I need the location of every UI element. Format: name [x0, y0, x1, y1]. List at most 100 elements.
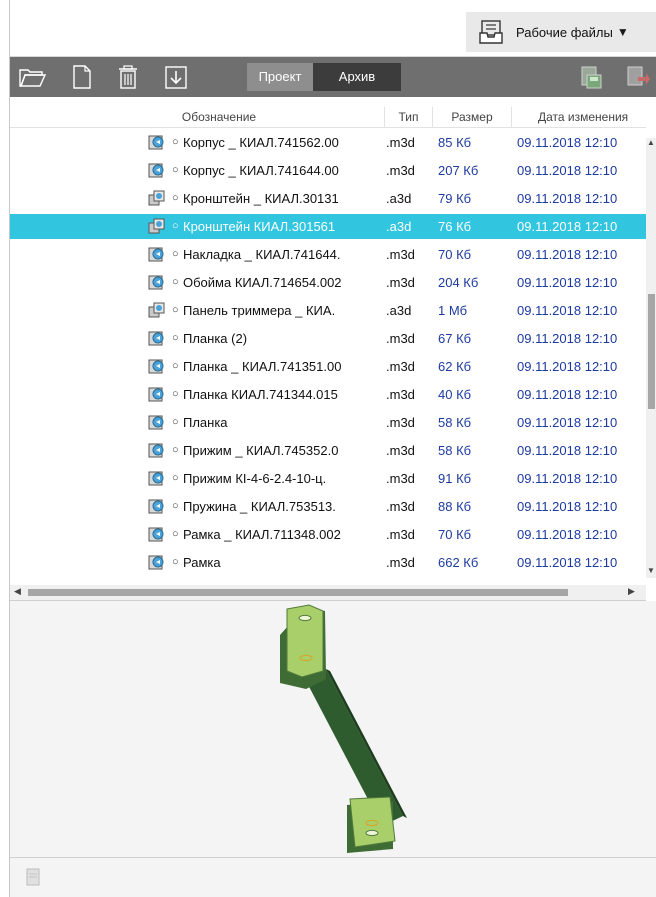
scroll-up-arrow-icon[interactable]: ▲: [647, 138, 655, 147]
row-size: 76 Кб: [438, 219, 472, 234]
vertical-scroll-thumb[interactable]: [648, 294, 655, 409]
table-row[interactable]: ○ Прижим _ КИАЛ.745352.0 .m3d 58 Кб 09.11.20…: [10, 438, 646, 463]
row-size: 79 Кб: [438, 191, 472, 206]
row-name: Рамка _ КИАЛ.711348.002: [183, 527, 341, 542]
column-header-date[interactable]: Дата изменения: [512, 107, 646, 127]
table-row[interactable]: ○ Корпус _ КИАЛ.741562.00 .m3d 85 Кб 09.11.2…: [10, 130, 646, 155]
status-bullet-icon: ○: [172, 248, 179, 260]
table-row[interactable]: ○ Рамка _ КИАЛ.711348.002 .m3d 70 Кб 09.11.2…: [10, 522, 646, 547]
scroll-right-arrow-icon[interactable]: ▶: [628, 586, 635, 597]
scroll-down-arrow-icon[interactable]: ▼: [647, 566, 655, 575]
part-icon: [148, 247, 164, 262]
row-date: 09.11.2018 12:10: [517, 359, 618, 374]
document-icon[interactable]: [26, 868, 40, 886]
table-row[interactable]: ○ Накладка _ КИАЛ.741644. .m3d 70 Кб 09.11.2…: [10, 242, 646, 267]
status-bullet-icon: ○: [172, 388, 179, 400]
row-date: 09.11.2018 12:10: [517, 555, 618, 570]
row-size: 40 Кб: [438, 387, 472, 402]
status-bullet-icon: ○: [172, 500, 179, 512]
row-name: Кронштейн _ КИАЛ.30131: [183, 191, 339, 206]
row-name: Панель триммера _ КИА.: [183, 303, 336, 318]
table-row[interactable]: ○ Рамка .m3d 662 Кб 09.11.2018 12:10: [10, 550, 646, 575]
row-type: .m3d: [386, 163, 415, 178]
part-icon: [148, 163, 164, 178]
row-type: .m3d: [386, 471, 415, 486]
row-name: Кронштейн КИАЛ.301561: [183, 219, 336, 234]
tab-archive[interactable]: Архив: [313, 63, 401, 91]
row-name: Корпус _ КИАЛ.741562.00: [183, 135, 339, 150]
table-row[interactable]: ○ Прижим КI-4-6-2.4-10-ц. .m3d 91 Кб 09.11.2…: [10, 466, 646, 491]
part-icon: [148, 471, 164, 486]
table-row[interactable]: ○ Планка _ КИАЛ.741351.00 .m3d 62 Кб 09.11.2…: [10, 354, 646, 379]
row-type: .m3d: [386, 499, 415, 514]
horizontal-scroll-thumb[interactable]: [28, 589, 568, 596]
row-size: 62 Кб: [438, 359, 472, 374]
table-row[interactable]: ○ Кронштейн _ КИАЛ.30131 .a3d 79 Кб 09.11.20…: [10, 186, 646, 211]
status-bullet-icon: ○: [172, 276, 179, 288]
export-file-icon[interactable]: [622, 63, 650, 91]
preview-footer: [10, 858, 656, 897]
status-bullet-icon: ○: [172, 556, 179, 568]
table-row[interactable]: ○ Пружина _ КИАЛ.753513. .m3d 88 Кб 09.11.20…: [10, 494, 646, 519]
row-name: Накладка _ КИАЛ.741644.: [183, 247, 341, 262]
row-name: Корпус _ КИАЛ.741644.00: [183, 163, 339, 178]
part-icon: [148, 275, 164, 290]
row-size: 70 Кб: [438, 527, 472, 542]
table-row[interactable]: ○ Корпус _ КИАЛ.741644.00 .m3d 207 Кб 09.11.…: [10, 158, 646, 183]
row-name: Планка (2): [183, 331, 248, 346]
table-row[interactable]: ○ Обойма КИАЛ.714654.002 .m3d 204 Кб 09.11.2…: [10, 270, 646, 295]
model-preview[interactable]: [10, 601, 656, 858]
status-bullet-icon: ○: [172, 416, 179, 428]
table-row[interactable]: ○ Панель триммера _ КИА. .a3d 1 Мб 09.11.201…: [10, 298, 646, 323]
workfiles-dropdown[interactable]: Рабочие файлы ▼: [466, 12, 656, 52]
table-row[interactable]: ○ Кронштейн КИАЛ.301561 .a3d 76 Кб 09.11.201…: [10, 214, 646, 239]
row-type: .m3d: [386, 443, 415, 458]
scroll-left-arrow-icon[interactable]: ◀: [14, 586, 21, 597]
new-file-icon[interactable]: [68, 63, 96, 91]
row-date: 09.11.2018 12:10: [517, 415, 618, 430]
save-to-archive-icon[interactable]: [576, 63, 604, 91]
table-row[interactable]: ○ Планка КИАЛ.741344.015 .m3d 40 Кб 09.11.20…: [10, 382, 646, 407]
row-type: .a3d: [386, 303, 412, 318]
table-row[interactable]: ○ Планка .m3d 58 Кб 09.11.2018 12:10: [10, 410, 646, 435]
row-name: Планка _ КИАЛ.741351.00: [183, 359, 342, 374]
row-size: 88 Кб: [438, 499, 472, 514]
row-date: 09.11.2018 12:10: [517, 247, 618, 262]
row-type: .m3d: [386, 359, 415, 374]
bracket-model-icon: [280, 604, 407, 853]
row-size: 85 Кб: [438, 135, 472, 150]
row-size: 207 Кб: [438, 163, 479, 178]
status-bullet-icon: ○: [172, 528, 179, 540]
view-toggle: Проект Архив: [247, 63, 401, 91]
row-name: Прижим КI-4-6-2.4-10-ц.: [183, 471, 327, 486]
file-list-header: Обозначение Тип Размер Дата изменения: [10, 107, 646, 128]
status-bullet-icon: ○: [172, 332, 179, 344]
tab-project[interactable]: Проект: [247, 63, 313, 91]
column-header-name[interactable]: Обозначение: [54, 107, 385, 127]
trash-icon[interactable]: [114, 63, 142, 91]
row-date: 09.11.2018 12:10: [517, 331, 618, 346]
row-name: Планка: [183, 415, 228, 430]
row-size: 58 Кб: [438, 443, 472, 458]
open-folder-icon[interactable]: [18, 63, 46, 91]
status-bullet-icon: ○: [172, 192, 179, 204]
column-header-type[interactable]: Тип: [385, 107, 433, 127]
row-type: .m3d: [386, 331, 415, 346]
table-row[interactable]: ○ Планка (2) .m3d 67 Кб 09.11.2018 12:10: [10, 326, 646, 351]
part-icon: [148, 359, 164, 374]
file-toolbar: Проект Архив: [10, 57, 656, 97]
row-size: 91 Кб: [438, 471, 472, 486]
row-type: .m3d: [386, 135, 415, 150]
row-type: .m3d: [386, 555, 415, 570]
part-icon: [148, 443, 164, 458]
column-header-size[interactable]: Размер: [433, 107, 512, 127]
top-bar: Рабочие файлы ▼: [10, 0, 656, 57]
row-date: 09.11.2018 12:10: [517, 471, 618, 486]
download-icon[interactable]: [162, 63, 190, 91]
part-icon: [148, 387, 164, 402]
row-date: 09.11.2018 12:10: [517, 499, 618, 514]
part-icon: [148, 527, 164, 542]
row-name: Рамка: [183, 555, 221, 570]
status-bullet-icon: ○: [172, 220, 179, 232]
row-type: .a3d: [386, 191, 412, 206]
